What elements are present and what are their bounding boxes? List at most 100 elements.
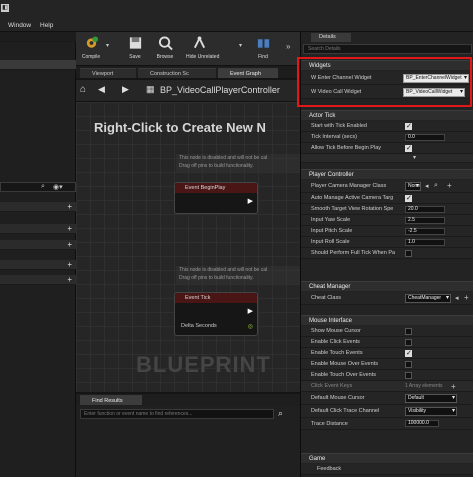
search-icon[interactable]: ⌕	[434, 182, 438, 190]
event-tick-node[interactable]: Event Tick ▶ Delta Seconds ◎	[174, 292, 258, 336]
event-beginplay-node[interactable]: Event BeginPlay ▶	[174, 182, 258, 214]
touch-over-checkbox[interactable]	[405, 372, 412, 379]
feedback-subsection[interactable]: Feedback	[317, 464, 341, 475]
add-icon[interactable]: +	[67, 260, 72, 269]
camera-manager-class-dropdown[interactable]: None	[405, 182, 421, 191]
property-label: Cheat Class	[311, 295, 341, 301]
category-graphs[interactable]: +	[0, 202, 76, 212]
property-label: Input Roll Scale	[311, 239, 350, 245]
menu-help[interactable]: Help	[40, 22, 53, 29]
add-icon[interactable]: +	[67, 202, 72, 211]
category-event-dispatchers[interactable]: +	[0, 275, 76, 285]
default-cursor-dropdown[interactable]: Default	[405, 394, 457, 403]
trace-distance-input[interactable]: 100000.0	[405, 420, 439, 427]
property-label: Smooth Target View Rotation Spe	[311, 206, 394, 212]
property-row: Enable Click Events	[301, 337, 473, 348]
property-row: Enable Touch Over Events	[301, 370, 473, 381]
property-label: Enable Mouse Over Events	[311, 361, 378, 367]
details-search-input[interactable]: Search Details	[303, 44, 472, 54]
add-icon[interactable]: +	[447, 181, 452, 190]
roll-scale-input[interactable]: 1.0	[405, 239, 445, 246]
tab-event-graph[interactable]: Event Graph	[218, 68, 278, 78]
section-player-controller[interactable]: Player Controller	[301, 169, 473, 179]
float-pin-icon[interactable]: ◎	[248, 323, 253, 330]
yaw-scale-input[interactable]: 2.5	[405, 217, 445, 224]
show-cursor-checkbox[interactable]	[405, 328, 412, 335]
panel-row	[0, 32, 76, 42]
add-icon[interactable]: +	[67, 224, 72, 233]
property-row: Start with Tick Enabled	[301, 121, 473, 132]
click-events-checkbox[interactable]	[405, 339, 412, 346]
smooth-rotation-input[interactable]: 20.0	[405, 206, 445, 213]
home-icon[interactable]: ⌂	[80, 84, 86, 95]
expand-chevron-icon[interactable]: ▾	[413, 154, 416, 161]
video-call-widget-dropdown[interactable]: BP_VideoCallWidget	[403, 88, 465, 97]
search-input[interactable]: ⌕ ◉▾	[0, 182, 76, 192]
compile-button[interactable]: Compile	[78, 35, 104, 65]
section-cheat-manager[interactable]: Cheat Manager	[301, 281, 473, 291]
event-graph-canvas[interactable]: Right-Click to Create New N This node is…	[76, 102, 300, 392]
enter-channel-widget-dropdown[interactable]: BP_EnterChannelWidget	[403, 74, 469, 83]
window-tab-icon[interactable]: ◧	[1, 4, 9, 12]
save-label: Save	[129, 54, 141, 60]
panel-row-selected[interactable]	[0, 60, 76, 70]
mouse-over-checkbox[interactable]	[405, 361, 412, 368]
find-input[interactable]: Enter function or event name to find ref…	[80, 409, 274, 419]
tab-find-results[interactable]: Find Results	[80, 395, 142, 405]
compile-label: Compile	[81, 54, 101, 60]
blueprint-toolbar: Compile ▾ Save Browse Hide Unrelated ▾ F…	[76, 32, 300, 66]
save-button[interactable]: Save	[122, 35, 148, 65]
save-icon	[129, 37, 141, 49]
section-game[interactable]: Game	[301, 453, 473, 463]
tab-viewport[interactable]: Viewport	[80, 68, 136, 78]
section-mouse-interface[interactable]: Mouse Interface	[301, 315, 473, 325]
search-icon: ⌕	[41, 183, 45, 190]
back-arrow-icon[interactable]: ◀	[98, 84, 105, 95]
category-macros[interactable]: +	[0, 240, 76, 250]
forward-arrow-icon[interactable]: ▶	[122, 84, 129, 95]
toolbar-overflow-icon[interactable]: »	[286, 42, 290, 51]
category-variables[interactable]: +	[0, 260, 76, 270]
exec-pin-icon[interactable]: ▶	[248, 197, 253, 205]
trace-channel-dropdown[interactable]: Visibility	[405, 407, 457, 416]
add-icon[interactable]: +	[67, 275, 72, 284]
cheat-class-dropdown[interactable]: CheatManager	[405, 294, 451, 303]
exec-pin-icon[interactable]: ▶	[248, 307, 253, 315]
add-icon[interactable]: +	[67, 240, 72, 249]
menu-window[interactable]: Window	[8, 22, 31, 29]
section-widgets[interactable]: Widgets	[301, 60, 473, 70]
browse-button[interactable]: Browse	[152, 35, 178, 65]
hide-unrelated-button[interactable]: Hide Unrelated	[186, 35, 219, 65]
auto-manage-camera-checkbox[interactable]	[405, 194, 412, 202]
tab-construction-script[interactable]: Construction Sc	[138, 68, 216, 78]
property-row: W Video Call Widget BP_VideoCallWidget	[301, 85, 473, 99]
browse-arrow-icon[interactable]: ◂	[425, 182, 429, 190]
node-header: Event Tick	[175, 293, 257, 303]
allow-tick-checkbox[interactable]	[405, 144, 412, 152]
property-row: Show Mouse Cursor	[301, 326, 473, 337]
add-icon[interactable]: +	[451, 381, 456, 392]
start-with-tick-checkbox[interactable]	[405, 122, 412, 130]
tick-interval-input[interactable]: 0.0	[405, 134, 445, 141]
property-row: Trace Distance 100000.0	[301, 418, 473, 430]
add-icon[interactable]: +	[464, 293, 469, 302]
advanced-expander[interactable]: ▾	[301, 154, 473, 163]
property-label: W Video Call Widget	[311, 89, 362, 95]
find-results-header: Find Results	[76, 394, 300, 406]
pitch-scale-input[interactable]: -2.5	[405, 228, 445, 235]
details-panel: Details Search Details Widgets W Enter C…	[300, 32, 473, 477]
eye-icon[interactable]: ◉▾	[53, 183, 63, 191]
property-label: Input Yaw Scale	[311, 217, 351, 223]
tab-details[interactable]: Details	[311, 33, 351, 42]
find-button[interactable]: Find	[250, 35, 276, 65]
browse-arrow-icon[interactable]: ◂	[455, 294, 459, 302]
find-search-icon[interactable]: ⌕	[278, 408, 283, 419]
array-count: 1 Array elements	[405, 383, 443, 389]
touch-events-checkbox[interactable]	[405, 349, 412, 357]
hide-options-chevron-icon[interactable]: ▾	[239, 42, 242, 49]
compile-options-chevron-icon[interactable]: ▾	[106, 42, 109, 49]
full-tick-paused-checkbox[interactable]	[405, 250, 412, 257]
blueprint-class-icon: ▦	[146, 84, 155, 94]
section-actor-tick[interactable]: Actor Tick	[301, 110, 473, 120]
category-functions[interactable]: +	[0, 224, 76, 234]
